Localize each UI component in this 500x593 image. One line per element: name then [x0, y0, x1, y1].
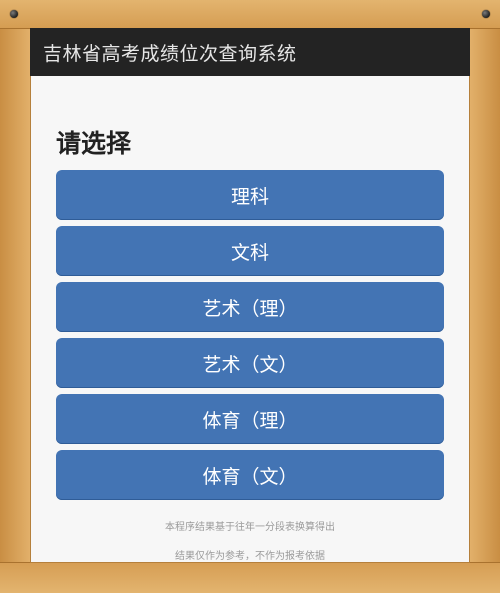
screw-icon: [482, 10, 490, 18]
select-heading: 请选择: [56, 129, 132, 158]
option-science-button[interactable]: 理科: [56, 170, 444, 220]
screw-icon: [10, 576, 18, 584]
screw-icon: [10, 10, 18, 18]
option-art-science-button[interactable]: 艺术（理）: [56, 282, 444, 332]
main-content: 请选择 理科 文科 艺术（理） 艺术（文） 体育（理） 体育（文） 本程序结果基…: [30, 124, 470, 562]
option-art-liberal-button[interactable]: 艺术（文）: [56, 338, 444, 388]
title-bar: 吉林省高考成绩位次查询系统: [30, 28, 470, 76]
option-liberal-arts-button[interactable]: 文科: [56, 226, 444, 276]
option-sports-science-button[interactable]: 体育（理）: [56, 394, 444, 444]
option-sports-liberal-button[interactable]: 体育（文）: [56, 450, 444, 500]
screw-icon: [482, 576, 490, 584]
page-title: 吉林省高考成绩位次查询系统: [43, 42, 297, 65]
disclaimer-line-1: 本程序结果基于往年一分段表换算得出: [165, 522, 335, 533]
disclaimer-line-2: 结果仅作为参考，不作为报考依据: [175, 551, 325, 562]
phone-screen: 吉林省高考成绩位次查询系统 请选择 理科 文科 艺术（理） 艺术（文） 体育（理…: [30, 28, 470, 563]
